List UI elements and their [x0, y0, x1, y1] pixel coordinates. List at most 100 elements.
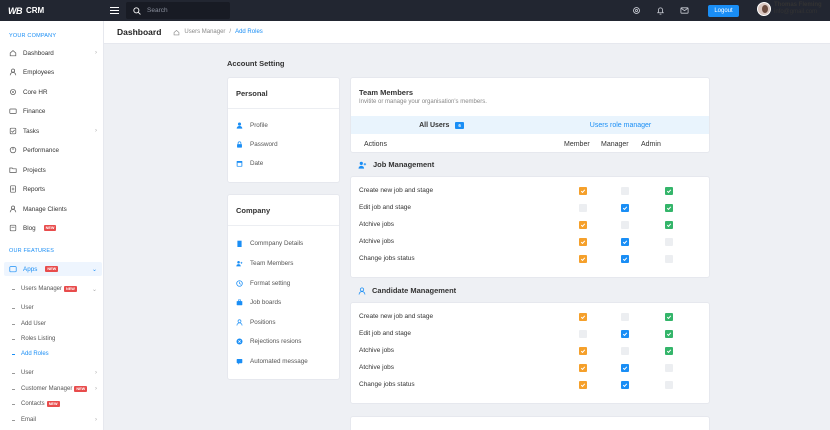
sidebar-subitem-add-roles[interactable]: Add Roles — [12, 349, 97, 359]
sidebar-item-apps[interactable]: Apps NEW ⌄ — [9, 263, 97, 275]
settings-link-profile[interactable]: Profile — [236, 122, 268, 129]
sidebar-item-manage-clients[interactable]: Manage Clients — [9, 203, 97, 215]
settings-link-format-setting[interactable]: Format setting — [236, 280, 290, 287]
member-checkbox[interactable] — [579, 204, 587, 212]
manager-checkbox[interactable] — [621, 255, 629, 263]
report-icon — [9, 185, 17, 193]
logout-button[interactable]: Logout — [708, 5, 739, 17]
manager-checkbox[interactable] — [621, 204, 629, 212]
member-checkbox[interactable] — [579, 347, 587, 355]
admin-checkbox[interactable] — [665, 221, 673, 229]
column-header-manager: Manager — [601, 141, 629, 148]
notifications-button[interactable] — [655, 5, 665, 15]
admin-checkbox[interactable] — [665, 330, 673, 338]
settings-link-company-details[interactable]: Commpany Details — [236, 240, 303, 247]
sidebar-item-projects[interactable]: Projects — [9, 164, 97, 176]
sidebar-item-reports[interactable]: Reports — [9, 183, 97, 195]
top-bar: WB CRM — [0, 0, 830, 21]
user-menu[interactable]: Thomas Fleming info@gmail.com — [757, 2, 822, 16]
settings-link-password[interactable]: Password — [236, 141, 278, 148]
settings-link-automated-message[interactable]: Automated message — [236, 358, 308, 365]
tab-all-users[interactable]: All Users 6 — [351, 116, 532, 134]
building-icon — [236, 240, 243, 247]
tab-label: Users role manager — [589, 121, 652, 129]
manager-checkbox[interactable] — [621, 187, 629, 195]
sidebar-item-user[interactable]: User › — [12, 368, 97, 378]
search-box[interactable]: Search — [126, 2, 230, 19]
card-title: Company — [236, 206, 271, 215]
admin-checkbox[interactable] — [665, 313, 673, 321]
sidebar-item-tasks[interactable]: Tasks › — [9, 125, 97, 137]
menu-toggle-button[interactable] — [106, 0, 122, 21]
manager-checkbox[interactable] — [621, 364, 629, 372]
divider — [228, 225, 339, 226]
admin-checkbox[interactable] — [665, 364, 673, 372]
member-checkbox[interactable] — [579, 255, 587, 263]
settings-link-rejections-reasons[interactable]: Rejections resions — [236, 338, 301, 345]
member-checkbox[interactable] — [579, 238, 587, 246]
sidebar-item-customer-manager[interactable]: Customer Manager NEW › — [12, 384, 97, 394]
sidebar-subitem-roles-listing[interactable]: Roles Listing — [12, 334, 97, 344]
column-header-actions: Actions — [364, 141, 387, 148]
manager-checkbox[interactable] — [621, 313, 629, 321]
admin-checkbox[interactable] — [665, 381, 673, 389]
messages-button[interactable] — [679, 5, 689, 15]
sidebar-item-label: Add Roles — [21, 351, 49, 357]
avatar[interactable] — [757, 2, 771, 16]
settings-link-team-members[interactable]: Team Members — [236, 260, 293, 267]
manager-checkbox[interactable] — [621, 330, 629, 338]
sidebar-subitem-user[interactable]: User — [12, 303, 97, 313]
sidebar-item-label: Tasks — [23, 127, 40, 135]
sidebar-subitem-add-user[interactable]: Add User — [12, 319, 97, 329]
breadcrumb-item[interactable]: Users Manager — [184, 29, 225, 35]
member-checkbox[interactable] — [579, 221, 587, 229]
sidebar-item-label: Manage Clients — [23, 205, 67, 213]
sidebar-item-employees[interactable]: Employees — [9, 66, 97, 78]
settings-link-job-boards[interactable]: Job boards — [236, 299, 281, 306]
sidebar-item-performance[interactable]: Performance — [9, 144, 97, 156]
sidebar-item-blog[interactable]: Blog NEW — [9, 222, 97, 234]
settings-button[interactable] — [631, 5, 641, 15]
user-email: info@gmail.com — [774, 9, 818, 15]
sidebar: YOUR COMPANY Dashboard › Employees Core … — [0, 21, 104, 430]
bullet-icon — [12, 403, 15, 405]
app-logo[interactable]: WB CRM — [0, 0, 104, 21]
sidebar-item-email[interactable]: Email › — [12, 415, 97, 425]
user-icon — [236, 319, 243, 326]
admin-checkbox[interactable] — [665, 255, 673, 263]
sidebar-item-finance[interactable]: Finance — [9, 105, 97, 117]
sidebar-item-core-hr[interactable]: Core HR — [9, 86, 97, 98]
link-label: Team Members — [250, 260, 294, 267]
member-checkbox[interactable] — [579, 313, 587, 321]
sidebar-item-dashboard[interactable]: Dashboard › — [9, 47, 97, 59]
admin-checkbox[interactable] — [665, 238, 673, 246]
admin-checkbox[interactable] — [665, 204, 673, 212]
manager-checkbox[interactable] — [621, 221, 629, 229]
chevron-down-icon: ⌄ — [91, 266, 97, 273]
manager-checkbox[interactable] — [621, 381, 629, 389]
member-checkbox[interactable] — [579, 381, 587, 389]
sidebar-item-label: Roles Listing — [21, 336, 56, 342]
settings-link-positions[interactable]: Positions — [236, 319, 276, 326]
tab-users-role-manager[interactable]: Users role manager — [532, 116, 709, 134]
member-checkbox[interactable] — [579, 187, 587, 195]
divider — [228, 108, 339, 109]
permission-row: Atchive jobs — [359, 219, 699, 231]
admin-checkbox[interactable] — [665, 347, 673, 355]
sidebar-item-label: Customer Manager — [21, 386, 73, 392]
manager-checkbox[interactable] — [621, 347, 629, 355]
member-checkbox[interactable] — [579, 364, 587, 372]
admin-checkbox[interactable] — [665, 187, 673, 195]
sidebar-item-label: Performance — [23, 146, 60, 154]
member-checkbox[interactable] — [579, 330, 587, 338]
sidebar-item-contacts[interactable]: Contacts NEW — [12, 399, 97, 409]
lock-icon — [236, 141, 243, 148]
search-input[interactable]: Search — [147, 7, 168, 14]
sidebar-item-users-manager[interactable]: Users Manager NEW ⌄ — [12, 284, 97, 294]
permission-label: Atchive jobs — [359, 364, 395, 371]
link-label: Commpany Details — [250, 240, 304, 247]
table-header: Actions Member Manager Admin — [351, 135, 709, 153]
new-badge: NEW — [45, 266, 59, 272]
settings-link-date[interactable]: Date — [236, 160, 263, 167]
manager-checkbox[interactable] — [621, 238, 629, 246]
